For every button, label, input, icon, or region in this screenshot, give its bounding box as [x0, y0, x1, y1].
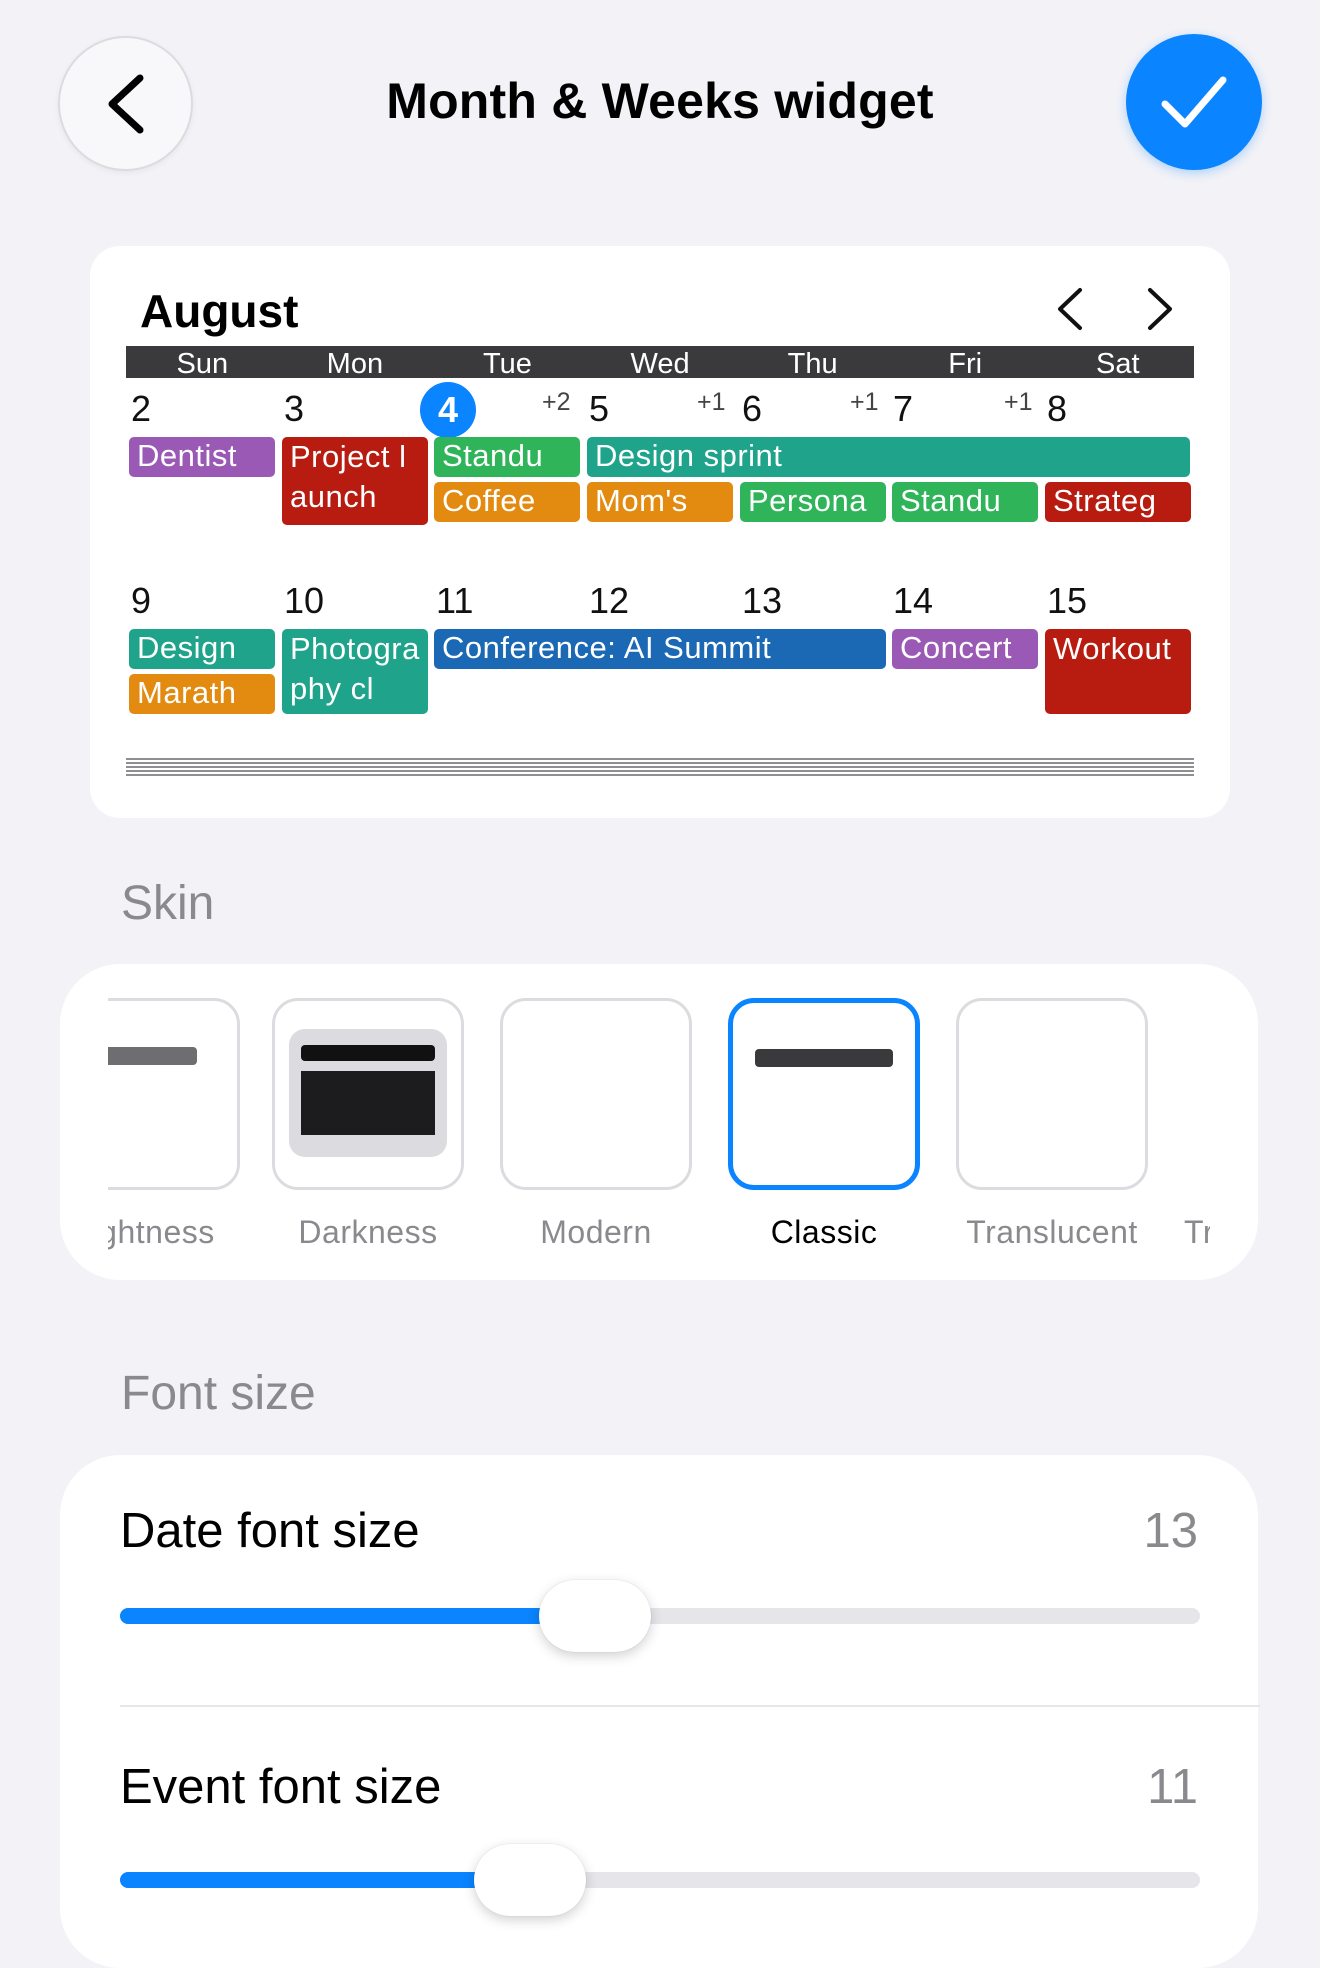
skin-option-lightness[interactable]: Lightness [108, 998, 240, 1250]
weekday-label: Sat [1095, 348, 1140, 380]
font-size-card: Date font size 13 Event font size 11 [60, 1455, 1260, 1968]
date-font-size-label: Date font size [120, 1504, 420, 1558]
event-chip: Photography cl [282, 629, 428, 714]
event-font-size-value: 11 [1147, 1760, 1198, 1814]
event-chip: Design [129, 629, 275, 669]
day-number: 2 [131, 388, 152, 429]
previous-month-icon[interactable] [1050, 286, 1090, 332]
slider-fill [120, 1608, 596, 1624]
weekday-label: Mon [326, 348, 384, 380]
date-font-size-value: 13 [1143, 1504, 1198, 1558]
day-number-today: 4 [420, 382, 476, 438]
skin-thumbnail [272, 998, 464, 1190]
event-chip: Persona [740, 482, 886, 522]
checkmark-icon [1161, 76, 1227, 128]
day-number: 10 [284, 580, 325, 621]
skin-picker[interactable]: Lightness Darkness Modern Classic [60, 964, 1258, 1280]
skin-thumbnail [108, 998, 240, 1190]
day-number: 3 [284, 388, 305, 429]
skin-thumbnail [956, 998, 1148, 1190]
event-chip: Workout [1045, 629, 1191, 714]
event-chip: Mom's [587, 482, 733, 522]
skin-option-modern[interactable]: Modern [500, 998, 692, 1250]
divider [120, 1705, 1260, 1707]
date-font-size-slider[interactable] [120, 1580, 1200, 1652]
event-chip: Standu [892, 482, 1038, 522]
day-number: 7 [893, 388, 914, 429]
skin-option-translucent[interactable]: Translucent [956, 998, 1148, 1250]
widget-preview: August Sun Mon Tue Wed Thu Fri Sat 2 3 4… [90, 246, 1230, 818]
skin-thumbnail-selected [728, 998, 920, 1190]
weekday-label: Thu [787, 348, 838, 380]
event-chip: Coffee [434, 482, 580, 522]
day-number: 14 [893, 580, 934, 621]
more-events-count: +2 [542, 388, 571, 416]
more-events-count: +1 [697, 388, 726, 416]
weekday-label: Tue [482, 348, 532, 380]
weekday-label: Sun [176, 348, 229, 380]
slider-thumb[interactable] [474, 1844, 587, 1916]
day-number: 5 [589, 388, 610, 429]
day-number: 11 [436, 580, 474, 621]
day-number: 8 [1047, 388, 1068, 429]
back-button[interactable] [58, 36, 193, 171]
weekday-header: Sun Mon Tue Wed Thu Fri Sat [126, 346, 1194, 380]
done-button[interactable] [1126, 34, 1262, 170]
slider-fill [120, 1872, 531, 1888]
more-events-count: +1 [1004, 388, 1033, 416]
more-events-count: +1 [850, 388, 879, 416]
weekday-label: Fri [948, 348, 983, 380]
weekday-label: Wed [630, 348, 690, 380]
chevron-left-icon [108, 74, 143, 133]
calendar-month: August [140, 285, 299, 337]
event-font-size-slider[interactable] [120, 1844, 1200, 1916]
event-chip: Conference: AI Summit [434, 629, 886, 669]
event-chip: Marath [129, 674, 275, 714]
event-chip: Strateg [1045, 482, 1191, 522]
font-size-section-label: Font size [121, 1367, 316, 1420]
event-chip: Concert [892, 629, 1038, 669]
skin-option-darkness[interactable]: Darkness [272, 998, 464, 1250]
next-month-icon[interactable] [1140, 286, 1180, 332]
event-chip: Project launch [282, 437, 428, 525]
skin-section-label: Skin [121, 877, 215, 930]
day-number: 12 [589, 580, 630, 621]
page-title: Month & Weeks widget [386, 73, 934, 129]
skin-option-label: Translucent [966, 1214, 1138, 1250]
day-number: 15 [1047, 580, 1088, 621]
event-chip: Standu [434, 437, 580, 477]
day-number: 9 [131, 580, 152, 621]
event-chip: Dentist [129, 437, 275, 477]
day-number: 6 [742, 388, 763, 429]
skin-option-label: Tr [1184, 1214, 1210, 1250]
stacked-weeks-indicator [126, 758, 1194, 778]
day-number: 13 [742, 580, 783, 621]
skin-option-classic[interactable]: Classic [728, 998, 920, 1250]
skin-thumbnail [500, 998, 692, 1190]
slider-thumb[interactable] [539, 1580, 652, 1652]
event-chip: Design sprint [587, 437, 1190, 477]
event-font-size-label: Event font size [120, 1760, 442, 1814]
